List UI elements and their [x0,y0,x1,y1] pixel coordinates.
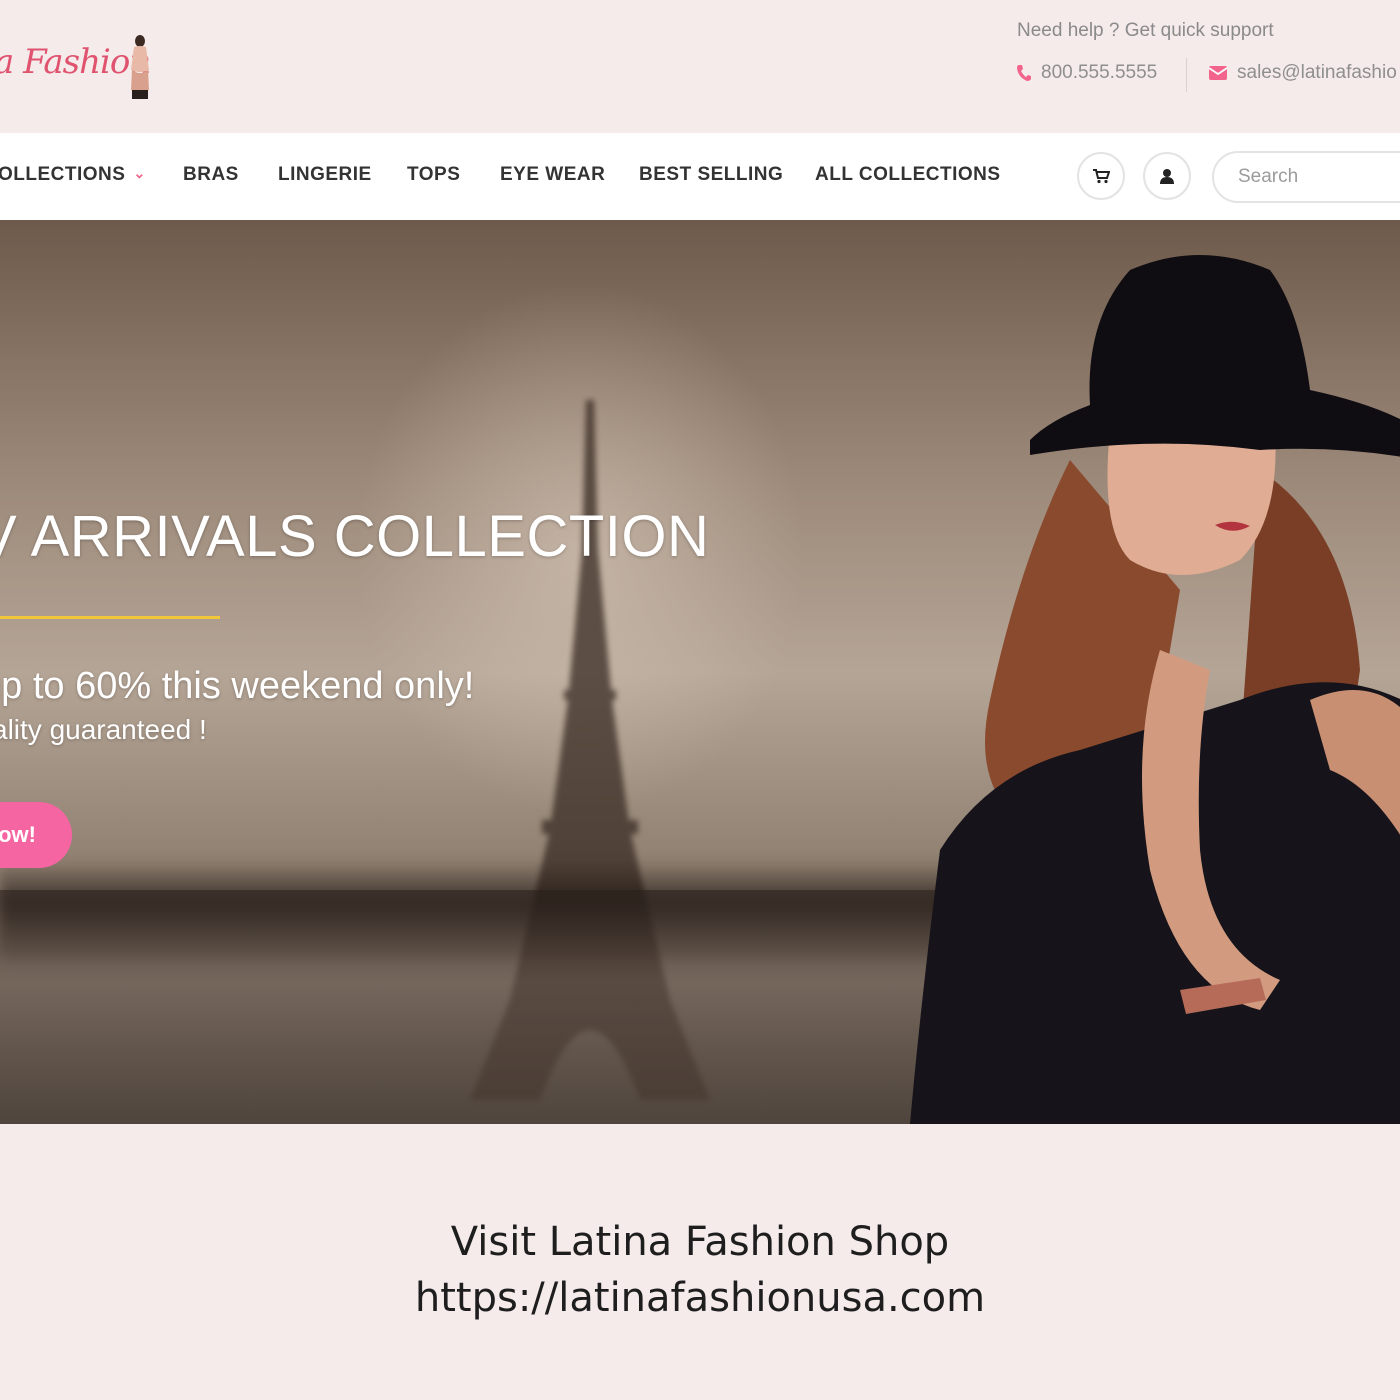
site-logo[interactable]: a Fashion [0,28,170,106]
email-contact[interactable]: sales@latinafashio [1208,62,1397,84]
hero-subline: ality guaranteed ! [0,714,207,745]
phone-contact[interactable]: 800.555.5555 [1016,62,1157,84]
hero-title: V ARRIVALS COLLECTION [0,504,710,569]
nav-item-all-collections[interactable]: ALL COLLECTIONS [815,164,1001,186]
nav-item-eye-wear[interactable]: EYE WEAR [500,164,605,186]
nav-item-best-selling[interactable]: BEST SELLING [639,164,783,186]
account-button[interactable] [1143,152,1191,200]
nav-item-bras[interactable]: BRAS [183,164,239,186]
hero-offer: up to 60% this weekend only! [0,665,475,707]
support-text: Need help ? Get quick support [1017,20,1274,41]
user-icon [1160,168,1174,184]
chevron-down-icon: ⌄ [133,165,146,181]
top-bar: a Fashion Need help ? Get quick support … [0,0,1400,133]
cart-button[interactable] [1077,152,1125,200]
search-input[interactable] [1212,151,1400,203]
shop-now-button[interactable]: low! [0,802,72,868]
caption-url[interactable]: https://latinafashionusa.com [0,1270,1400,1326]
hero-banner: V ARRIVALS COLLECTION up to 60% this wee… [0,220,1400,1124]
promo-caption: Visit Latina Fashion Shop https://latina… [0,1214,1400,1326]
nav-item-collections[interactable]: OLLECTIONS ⌄ [0,164,146,186]
nav-item-lingerie[interactable]: LINGERIE [278,164,372,186]
nav-item-tops[interactable]: TOPS [407,164,460,186]
contact-divider [1186,58,1187,92]
caption-line-1: Visit Latina Fashion Shop [450,1219,950,1265]
phone-number: 800.555.5555 [1041,62,1158,83]
cart-icon [1093,169,1110,184]
email-address: sales@latinafashio [1237,62,1397,83]
hero-divider [0,616,220,619]
phone-icon [1016,64,1032,82]
envelope-icon [1208,65,1228,81]
nav-item-label: OLLECTIONS [0,164,126,185]
logo-figure-icon [131,35,149,99]
model-in-hat-image [910,255,1400,1124]
